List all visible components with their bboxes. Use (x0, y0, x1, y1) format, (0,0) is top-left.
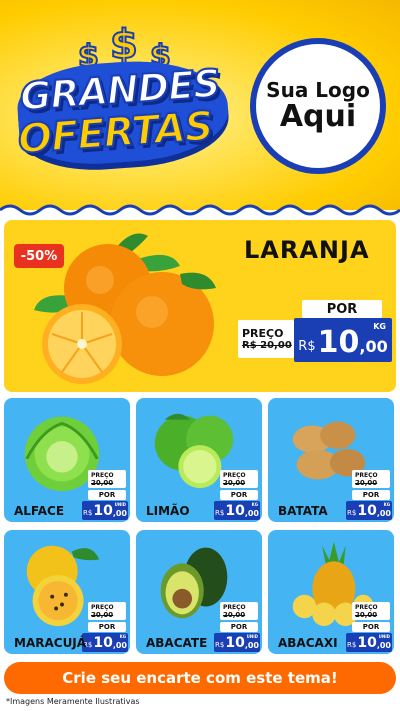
product-price-int: 10 (225, 635, 245, 651)
product-price-box: R$ 10,00 KG (214, 501, 260, 520)
product-price-dec: ,00 (112, 641, 127, 650)
product-name: BATATA (278, 504, 328, 518)
wave-divider (0, 204, 400, 222)
featured-currency: R$ (298, 339, 316, 354)
product-price-int: 10 (225, 503, 245, 519)
product-old-price: 20,00 (355, 478, 378, 487)
product-currency: R$ (347, 641, 357, 649)
logo-placeholder[interactable]: Sua Logo Aqui (250, 38, 386, 174)
product-currency: R$ (215, 509, 225, 517)
product-old-price-box: PREÇO 20,00 (88, 602, 126, 620)
product-price-box: R$ 10,00 KG (82, 633, 128, 652)
product-por-label: POR (88, 622, 126, 632)
product-price-box: R$ 10,00 KG (346, 501, 392, 520)
featured-old-price-box: PREÇO R$ 20,00 (238, 320, 294, 358)
product-old-price: 20,00 (355, 610, 378, 619)
product-por-label: POR (352, 490, 390, 500)
featured-old-price: R$ 20,00 (242, 340, 292, 351)
product-price-box: R$ 10,00 UNID (214, 633, 260, 652)
product-old-price-box: PREÇO 20,00 (352, 602, 390, 620)
product-preco-label: PREÇO (223, 603, 246, 611)
product-price-int: 10 (357, 503, 377, 519)
featured-product-name: LARANJA (244, 236, 370, 264)
product-por-label: POR (352, 622, 390, 632)
product-price-box: R$ 10,00 UNID (346, 633, 392, 652)
header-banner: $ $ $ GRANDES OFERTAS Sua Logo Aqui (0, 0, 400, 210)
discount-badge: -50% (14, 244, 64, 268)
product-price-int: 10 (93, 503, 113, 519)
grandes-ofertas-title: GRANDES OFERTAS (14, 54, 232, 170)
featured-price-box: R$ 10 ,00 KG (294, 318, 392, 362)
product-card[interactable]: PREÇO 20,00 POR R$ 10,00 KG BATATA (268, 398, 394, 522)
product-price-dec: ,00 (376, 641, 391, 650)
product-card[interactable]: PREÇO 20,00 POR R$ 10,00 KG MARACUJÁ (4, 530, 130, 654)
product-old-price-box: PREÇO 20,00 (88, 470, 126, 488)
product-card[interactable]: PREÇO 20,00 POR R$ 10,00 UNID ABACATE (136, 530, 262, 654)
product-price-dec: ,00 (244, 509, 259, 518)
product-currency: R$ (347, 509, 357, 517)
product-unit: UNID (114, 502, 126, 507)
product-price-dec: ,00 (376, 509, 391, 518)
featured-preco-label: PREÇO (242, 327, 284, 340)
featured-por-label: POR (302, 300, 382, 318)
product-preco-label: PREÇO (355, 603, 378, 611)
product-preco-label: PREÇO (355, 471, 378, 479)
disclaimer-text: *Imagens Meramente Ilustrativas (6, 697, 140, 706)
product-unit: UNID (246, 634, 258, 639)
product-unit: KG (251, 502, 258, 507)
product-old-price-box: PREÇO 20,00 (220, 602, 258, 620)
product-name: ABACAXI (278, 636, 338, 650)
logo-text-line-1: Sua Logo (266, 77, 370, 102)
product-name: ABACATE (146, 636, 208, 650)
product-unit: KG (119, 634, 126, 639)
product-card[interactable]: PREÇO 20,00 POR R$ 10,00 KG LIMÃO (136, 398, 262, 522)
product-old-price: 20,00 (223, 478, 246, 487)
product-unit: KG (383, 502, 390, 507)
product-currency: R$ (215, 641, 225, 649)
product-name: MARACUJÁ (14, 636, 87, 650)
product-preco-label: PREÇO (223, 471, 246, 479)
product-card[interactable]: PREÇO 20,00 POR R$ 10,00 UNID ABACAXI (268, 530, 394, 654)
product-old-price: 20,00 (91, 610, 114, 619)
logo-text-line-2: Aqui (279, 98, 357, 134)
product-price-int: 10 (357, 635, 377, 651)
product-price-int: 10 (93, 635, 113, 651)
product-por-label: POR (220, 622, 258, 632)
product-price-dec: ,00 (244, 641, 259, 650)
product-por-label: POR (88, 490, 126, 500)
product-unit: UNID (378, 634, 390, 639)
product-price-box: R$ 10,00 UNID (82, 501, 128, 520)
featured-price-dec: ,00 (359, 337, 388, 356)
product-preco-label: PREÇO (91, 471, 114, 479)
product-old-price: 20,00 (91, 478, 114, 487)
product-name: ALFACE (14, 504, 65, 518)
product-price-dec: ,00 (112, 509, 127, 518)
product-name: LIMÃO (146, 504, 190, 518)
product-old-price-box: PREÇO 20,00 (220, 470, 258, 488)
product-preco-label: PREÇO (91, 603, 114, 611)
product-old-price-box: PREÇO 20,00 (352, 470, 390, 488)
create-flyer-button[interactable]: Crie seu encarte com este tema! (4, 662, 396, 694)
product-currency: R$ (83, 509, 93, 517)
featured-unit: KG (373, 322, 386, 331)
product-old-price: 20,00 (223, 610, 246, 619)
product-por-label: POR (220, 490, 258, 500)
product-card[interactable]: PREÇO 20,00 POR R$ 10,00 UNID ALFACE (4, 398, 130, 522)
featured-price-int: 10 (317, 325, 360, 360)
